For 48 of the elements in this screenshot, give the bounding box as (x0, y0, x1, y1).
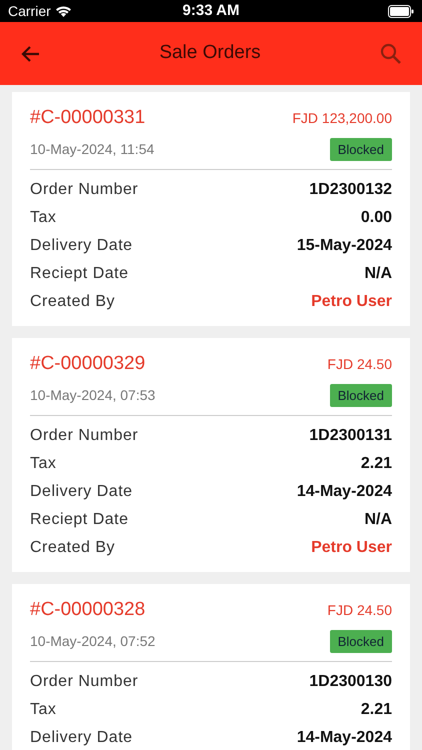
field-label: Tax (30, 208, 56, 228)
field-label: Reciept Date (30, 264, 128, 284)
back-arrow-icon[interactable] (20, 44, 40, 62)
field-value: 1D2300132 (309, 180, 392, 200)
field-value: 2.21 (360, 454, 392, 474)
field-value: Petro User (311, 292, 392, 312)
field-value: 14-May-2024 (296, 482, 392, 502)
order-number: #C-00000329 (30, 352, 146, 376)
order-number: #C-00000331 (30, 106, 146, 130)
wifi-icon (54, 5, 72, 17)
order-amount: FJD 123,200.00 (292, 108, 392, 128)
order-amount: FJD 24.50 (327, 600, 392, 620)
status-badge: Blocked (330, 138, 392, 161)
field-label: Tax (30, 700, 56, 720)
field-label: Created By (30, 292, 116, 312)
order-card[interactable]: #C-00000329 FJD 24.50 10-May-2024, 07:53 Blocked Order Number 1D2300131 Tax 2.21 Delivery Date 14-May-2024 Reciept Date N/A Created By Petro User (12, 338, 410, 572)
order-date: 10-May-2024, 07:52 (30, 632, 156, 651)
order-card[interactable]: #C-00000328 FJD 24.50 10-May-2024, 07:52 Blocked Order Number 1D2300130 Tax 2.21 Delivery Date 14-May-2024 (12, 584, 410, 750)
field-label: Tax (30, 454, 56, 474)
field-value: 15-May-2024 (296, 236, 392, 256)
order-card[interactable]: #C-00000331 FJD 123,200.00 10-May-2024, 11:54 Blocked Order Number 1D2300132 Tax 0.00 Delivery Date 15-May-2024 Reciept Date N/A Created By Petro User (12, 92, 410, 326)
field-label: Order Number (30, 672, 138, 692)
field-label: Delivery Date (30, 482, 133, 502)
field-label: Order Number (30, 426, 138, 446)
field-value: N/A (364, 510, 392, 530)
field-label: Delivery Date (30, 236, 133, 256)
field-label: Created By (30, 538, 116, 558)
field-label: Reciept Date (30, 510, 128, 530)
field-value: 2.21 (360, 700, 392, 720)
page-title: Sale Orders (158, 41, 262, 66)
field-value: 0.00 (360, 208, 392, 228)
field-value: 1D2300131 (309, 426, 392, 446)
order-date: 10-May-2024, 11:54 (30, 140, 154, 159)
order-date: 10-May-2024, 07:53 (30, 386, 156, 405)
battery-icon (388, 4, 414, 18)
field-label: Order Number (30, 180, 138, 200)
field-value: 14-May-2024 (296, 728, 392, 748)
carrier-label: Carrier (8, 2, 51, 20)
field-value: Petro User (311, 538, 392, 558)
order-amount: FJD 24.50 (327, 354, 392, 374)
status-badge: Blocked (330, 384, 392, 407)
field-value: N/A (364, 264, 392, 284)
search-icon[interactable] (380, 42, 402, 64)
field-label: Delivery Date (30, 728, 133, 748)
order-number: #C-00000328 (30, 598, 146, 622)
field-value: 1D2300130 (309, 672, 392, 692)
clock-time: 9:33 AM (182, 0, 240, 21)
status-badge: Blocked (330, 630, 392, 653)
